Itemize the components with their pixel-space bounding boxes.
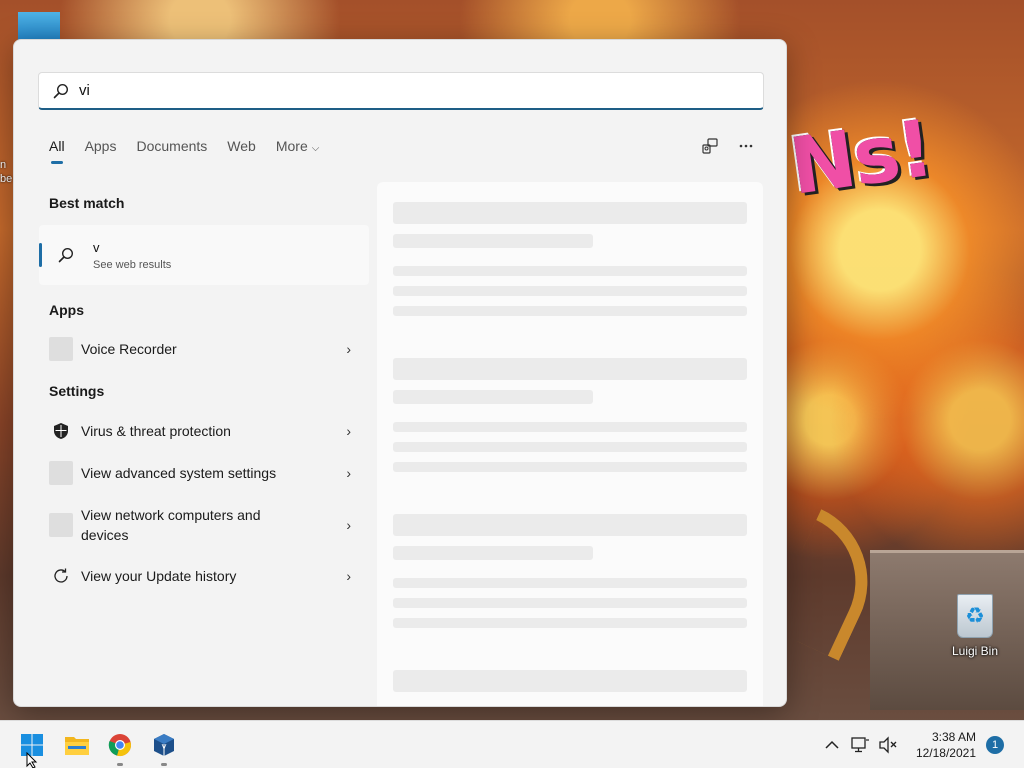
recycle-bin-icon: ♻ — [957, 594, 993, 638]
tab-web[interactable]: Web — [227, 136, 276, 164]
chevron-right-icon[interactable]: › — [346, 517, 351, 533]
virtualbox-icon[interactable]: V — [149, 730, 179, 760]
search-input[interactable] — [79, 75, 719, 106]
loading-placeholder — [393, 598, 747, 608]
system-tray: 3:38 AM 12/18/2021 1 — [818, 721, 1024, 768]
recycle-bin-label: Luigi Bin — [951, 644, 999, 658]
loading-placeholder — [393, 202, 747, 224]
desktop-shortcut-icon[interactable] — [18, 12, 60, 42]
best-match-heading: Best match — [49, 195, 125, 211]
chrome-icon[interactable] — [105, 730, 135, 760]
system-settings-icon — [49, 461, 73, 485]
loading-placeholder — [393, 670, 747, 692]
search-box[interactable] — [38, 72, 764, 110]
loading-placeholder — [393, 462, 747, 472]
chevron-down-icon: ⌵ — [311, 143, 320, 154]
loading-placeholder — [393, 286, 747, 296]
loading-placeholder — [393, 266, 747, 276]
setting-result-advanced-system-settings[interactable]: View advanced system settings › — [39, 461, 369, 485]
chevron-right-icon[interactable]: › — [346, 465, 351, 481]
voice-recorder-icon — [49, 337, 73, 361]
search-icon — [51, 247, 81, 263]
setting-result-label: View network computers and devices — [81, 507, 261, 543]
shield-icon — [49, 419, 73, 443]
chevron-right-icon[interactable]: › — [346, 423, 351, 439]
connected-account-icon[interactable] — [700, 136, 720, 156]
app-result-voice-recorder[interactable]: Voice Recorder › — [39, 337, 369, 361]
setting-result-update-history[interactable]: View your Update history › — [39, 564, 369, 588]
setting-result-network-computers[interactable]: View network computers and devices › — [39, 505, 369, 545]
loading-placeholder — [393, 618, 747, 628]
tab-documents[interactable]: Documents — [136, 136, 227, 164]
loading-placeholder — [393, 442, 747, 452]
update-icon — [49, 564, 73, 588]
loading-placeholder — [393, 514, 747, 536]
recycle-bin-shortcut[interactable]: ♻ Luigi Bin — [946, 594, 1004, 658]
desktop-icon-label-partial: n be — [0, 159, 13, 185]
clock-date: 12/18/2021 — [915, 746, 976, 760]
mouse-cursor-icon — [26, 751, 38, 768]
running-indicator — [117, 763, 123, 766]
loading-placeholder — [393, 422, 747, 432]
network-status-icon[interactable] — [848, 733, 872, 757]
setting-result-label: View your Update history — [81, 568, 237, 584]
best-match-query: v — [93, 239, 100, 255]
notification-badge[interactable]: 1 — [986, 736, 1004, 754]
loading-placeholder — [393, 306, 747, 316]
loading-placeholder — [393, 578, 747, 588]
more-options-icon[interactable] — [736, 136, 756, 156]
setting-result-label: Virus & threat protection — [81, 423, 231, 439]
loading-placeholder — [393, 234, 593, 248]
app-result-label: Voice Recorder — [81, 341, 177, 357]
wallpaper-title-text: Ns! — [784, 103, 938, 213]
search-panel: All Apps Documents Web More⌵ Best match … — [13, 39, 787, 707]
system-clock[interactable]: 3:38 AM 12/18/2021 — [916, 729, 976, 761]
search-icon — [43, 73, 79, 109]
chevron-up-icon[interactable] — [820, 733, 844, 757]
panel-actions — [700, 136, 756, 156]
result-preview-pane — [377, 182, 763, 706]
tab-more[interactable]: More ⌵ — [276, 136, 340, 164]
settings-heading: Settings — [49, 383, 105, 399]
tab-apps[interactable]: Apps — [85, 136, 137, 164]
tab-all[interactable]: All — [49, 136, 85, 164]
search-filter-tabs: All Apps Documents Web More ⌵ — [49, 136, 339, 164]
apps-heading: Apps — [49, 302, 84, 318]
clock-time: 3:38 AM — [931, 730, 976, 744]
chevron-right-icon[interactable]: › — [346, 341, 351, 357]
setting-result-label: View advanced system settings — [81, 465, 277, 481]
taskbar: V 3:38 AM 12/18/2021 1 — [0, 720, 1024, 768]
speaker-muted-icon[interactable] — [876, 733, 900, 757]
loading-placeholder — [393, 358, 747, 380]
chevron-right-icon[interactable]: › — [346, 568, 351, 584]
running-indicator — [161, 763, 167, 766]
setting-result-virus-threat-protection[interactable]: Virus & threat protection › — [39, 419, 369, 443]
loading-placeholder — [393, 546, 593, 560]
network-icon — [49, 513, 73, 537]
best-match-web-result[interactable]: v See web results — [39, 225, 369, 285]
best-match-subtitle: See web results — [93, 258, 172, 271]
loading-placeholder — [393, 390, 593, 404]
file-explorer-icon[interactable] — [62, 730, 92, 760]
svg-text:V: V — [162, 743, 167, 751]
